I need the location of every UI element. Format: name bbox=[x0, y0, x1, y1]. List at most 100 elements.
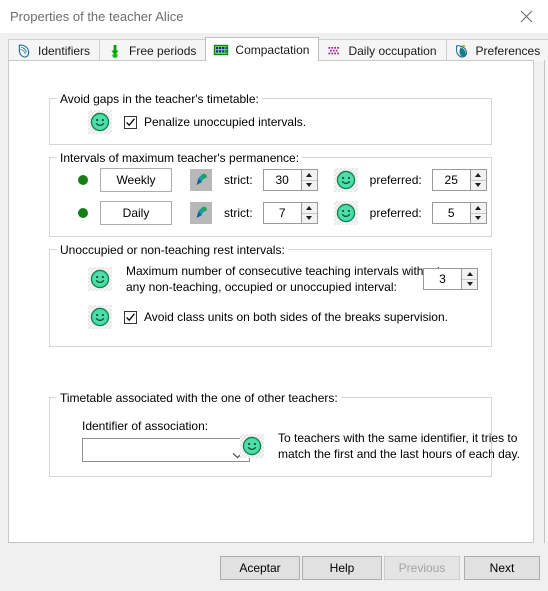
daily-strict-label: strict: bbox=[224, 206, 253, 220]
tab-preferences-label: Preferences bbox=[475, 43, 541, 58]
weekly-name-field[interactable]: Weekly bbox=[100, 168, 172, 192]
tab-daily-occupation[interactable]: Daily occupation bbox=[318, 39, 447, 61]
arrow-down-icon bbox=[466, 282, 473, 287]
tab-identifiers-label: Identifiers bbox=[38, 43, 91, 58]
max-consecutive-value[interactable]: 3 bbox=[423, 268, 461, 290]
arrow-up-icon bbox=[475, 205, 482, 210]
smiley-icon bbox=[88, 110, 112, 134]
window-edge-strip bbox=[543, 60, 548, 543]
smiley-icon bbox=[333, 201, 358, 225]
max-consecutive-spinner[interactable]: 3 bbox=[423, 268, 478, 290]
avoid-breaks-label: Avoid class units on both sides of the b… bbox=[144, 310, 448, 324]
avoid-breaks-row: Avoid class units on both sides of the b… bbox=[88, 305, 448, 329]
help-button[interactable]: Help bbox=[302, 556, 382, 580]
arrow-up-icon bbox=[306, 172, 313, 177]
weekly-preferred-up[interactable] bbox=[470, 170, 486, 181]
arrow-up-icon bbox=[306, 205, 313, 210]
association-hint-line2: match the first and the last hours of ea… bbox=[278, 447, 520, 461]
tab-free-periods-label: Free periods bbox=[129, 43, 197, 58]
daily-preferred-arrows bbox=[469, 202, 487, 224]
check-icon bbox=[126, 312, 135, 321]
arrow-down-icon bbox=[475, 183, 482, 188]
tab-free-periods[interactable]: Free periods bbox=[99, 39, 207, 61]
check-icon bbox=[126, 117, 135, 126]
compactation-panel: Avoid gaps in the teacher's timetable: P… bbox=[8, 60, 534, 543]
daily-name-field[interactable]: Daily bbox=[100, 201, 172, 225]
max-consecutive-line1: Maximum number of consecutive teaching i… bbox=[126, 264, 441, 278]
weekly-preferred-spinner[interactable]: 25 bbox=[431, 169, 487, 191]
tab-compactation-label: Compactation bbox=[235, 42, 310, 57]
max-consecutive-row: Maximum number of consecutive teaching i… bbox=[88, 263, 478, 295]
daily-preferred-spinner[interactable]: 5 bbox=[431, 202, 487, 224]
daily-strict-up[interactable] bbox=[301, 203, 317, 214]
tab-preferences[interactable]: Preferences bbox=[445, 39, 548, 61]
tab-daily-occupation-label: Daily occupation bbox=[348, 43, 437, 58]
weekly-strict-up[interactable] bbox=[301, 170, 317, 181]
max-consecutive-arrows bbox=[461, 268, 478, 290]
weekly-strict-arrows bbox=[300, 169, 318, 191]
weekly-preferred-value[interactable]: 25 bbox=[431, 169, 470, 191]
daily-enabled-dot[interactable] bbox=[78, 208, 88, 218]
weekly-preferred-down[interactable] bbox=[471, 181, 486, 191]
preferences-icon bbox=[454, 43, 470, 59]
max-consecutive-down[interactable] bbox=[462, 280, 477, 290]
arrow-down-icon bbox=[306, 216, 313, 221]
arrow-down-icon bbox=[475, 216, 482, 221]
group-rest-intervals-legend: Unoccupied or non-teaching rest interval… bbox=[57, 243, 288, 257]
smiley-icon bbox=[333, 168, 358, 192]
group-permanence-legend: Intervals of maximum teacher's permanenc… bbox=[57, 151, 303, 165]
smiley-icon bbox=[88, 305, 112, 329]
tab-list: Identifiers Free periods Compactation Da… bbox=[8, 37, 548, 61]
daily-strict-value[interactable]: 7 bbox=[262, 202, 301, 224]
weekly-preferred-arrows bbox=[469, 169, 487, 191]
weekly-preferred-label: preferred: bbox=[369, 173, 422, 187]
identifier-block: Identifier of association: bbox=[82, 419, 250, 462]
group-permanence: Intervals of maximum teacher's permanenc… bbox=[49, 151, 492, 237]
strict-pin-icon[interactable] bbox=[190, 169, 212, 191]
association-hint-line1: To teachers with the same identifier, it… bbox=[278, 431, 518, 445]
weekly-strict-label: strict: bbox=[224, 173, 253, 187]
daily-name-value: Daily bbox=[122, 206, 150, 220]
tab-identifiers[interactable]: Identifiers bbox=[8, 39, 101, 61]
daily-preferred-value[interactable]: 5 bbox=[431, 202, 470, 224]
association-hint: To teachers with the same identifier, it… bbox=[240, 430, 520, 462]
daily-strict-down[interactable] bbox=[302, 214, 317, 224]
help-button-label: Help bbox=[329, 561, 355, 575]
identifiers-icon bbox=[16, 43, 32, 59]
daily-preferred-up[interactable] bbox=[470, 203, 486, 214]
group-association: Timetable associated with the one of oth… bbox=[49, 391, 520, 477]
permanence-row-daily: Daily strict: 7 preferred: 5 bbox=[78, 201, 487, 225]
accept-button-label: Aceptar bbox=[239, 561, 281, 575]
group-avoid-gaps: Avoid gaps in the teacher's timetable: P… bbox=[49, 92, 492, 145]
dialog-footer: Aceptar Help Previous Next bbox=[0, 556, 548, 591]
max-consecutive-up[interactable] bbox=[462, 269, 477, 280]
permanence-row-weekly: Weekly strict: 30 preferred: 25 bbox=[78, 168, 487, 192]
next-button[interactable]: Next bbox=[464, 556, 540, 580]
weekly-strict-down[interactable] bbox=[302, 181, 317, 191]
accept-button[interactable]: Aceptar bbox=[220, 556, 300, 580]
close-icon bbox=[520, 10, 532, 23]
close-button[interactable] bbox=[504, 0, 548, 33]
tab-strip: Identifiers Free periods Compactation Da… bbox=[0, 33, 548, 61]
previous-button: Previous bbox=[384, 556, 460, 580]
group-avoid-gaps-legend: Avoid gaps in the teacher's timetable: bbox=[57, 92, 262, 106]
tab-compactation[interactable]: Compactation bbox=[205, 37, 320, 61]
title-bar: Properties of the teacher Alice bbox=[0, 0, 548, 34]
arrow-up-icon bbox=[475, 172, 482, 177]
daily-preferred-label: preferred: bbox=[369, 206, 422, 220]
max-consecutive-line2: any non-teaching, occupied or unoccupied… bbox=[126, 280, 397, 294]
daily-preferred-down[interactable] bbox=[471, 214, 486, 224]
strict-pin-icon[interactable] bbox=[190, 202, 212, 224]
penalize-unoccupied-checkbox[interactable] bbox=[124, 115, 137, 129]
weekly-enabled-dot[interactable] bbox=[78, 175, 88, 185]
identifier-of-association-select[interactable] bbox=[82, 438, 250, 462]
daily-strict-spinner[interactable]: 7 bbox=[262, 202, 318, 224]
dots-matrix-icon bbox=[326, 43, 342, 59]
avoid-breaks-checkbox[interactable] bbox=[124, 310, 137, 324]
weekly-strict-spinner[interactable]: 30 bbox=[262, 169, 318, 191]
weekly-strict-value[interactable]: 30 bbox=[262, 169, 301, 191]
down-arrow-icon bbox=[107, 43, 123, 59]
window-title: Properties of the teacher Alice bbox=[10, 9, 184, 24]
group-rest-intervals: Unoccupied or non-teaching rest interval… bbox=[49, 243, 492, 347]
weekly-name-value: Weekly bbox=[116, 173, 156, 187]
